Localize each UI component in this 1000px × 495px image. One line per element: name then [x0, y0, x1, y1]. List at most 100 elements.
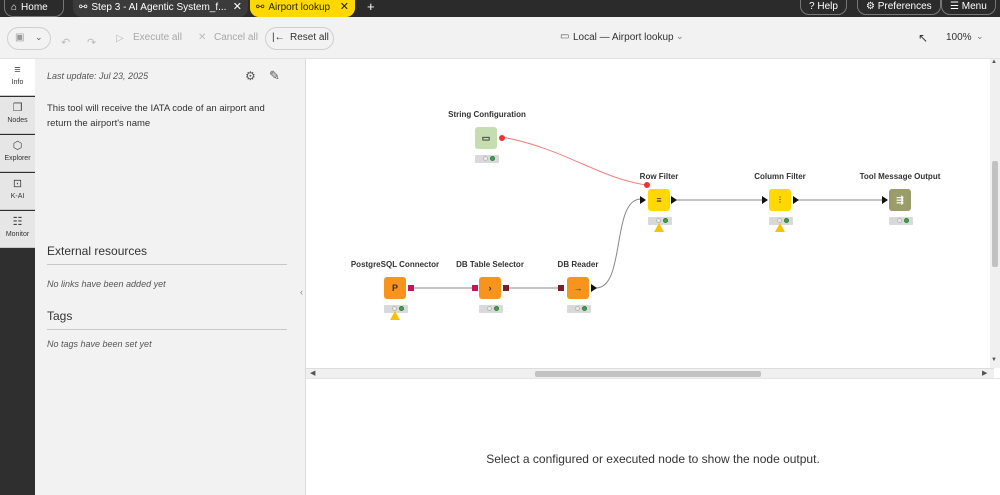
workflow-canvas[interactable]: String Configuration ▭ Row Filter ≡ Colu…: [306, 59, 1000, 368]
cancel-icon: ✕: [198, 32, 206, 43]
close-icon[interactable]: ✕: [233, 0, 242, 15]
pointer-icon[interactable]: ↖: [918, 31, 928, 45]
tab-bar: ⌂Home ⚯ Step 3 - AI Agentic System_f... ✕…: [0, 0, 1000, 17]
tab-airport-lookup[interactable]: ⚯Airport lookup ✕: [250, 0, 355, 17]
rail-item-nodes[interactable]: ❐Nodes: [0, 97, 35, 134]
tab-home[interactable]: ⌂Home: [4, 0, 64, 17]
workflow-icon: ⚯: [79, 0, 87, 15]
vertical-scrollbar[interactable]: ▲ ▼: [990, 59, 1000, 368]
tab-workflow[interactable]: ⚯ Step 3 - AI Agentic System_f... ✕: [73, 0, 248, 17]
breadcrumb[interactable]: Local — Airport lookup: [573, 32, 674, 43]
rail-item-monitor[interactable]: ☷Monitor: [0, 211, 35, 248]
output-placeholder: Select a configured or executed node to …: [306, 452, 1000, 466]
string-configuration-node[interactable]: ▭: [475, 127, 497, 149]
db-reader-node[interactable]: →: [567, 277, 589, 299]
status-led: [575, 306, 580, 311]
rail-item-label: Info: [12, 79, 24, 86]
db-port: [503, 285, 509, 291]
warning-icon: [390, 311, 400, 320]
close-icon[interactable]: ✕: [340, 0, 349, 15]
tags-heading: Tags: [47, 309, 72, 323]
info-icon: ≡: [0, 64, 35, 76]
data-port: [640, 196, 646, 204]
undo-icon[interactable]: ↶: [61, 36, 70, 49]
status-led: [904, 218, 909, 223]
flow-port: [644, 182, 650, 188]
data-port: [671, 196, 677, 204]
preferences-button[interactable]: ⚙ Preferences: [857, 0, 941, 15]
data-port: [591, 284, 597, 292]
tool-output-icon: ⇶: [896, 195, 904, 205]
status-led: [487, 306, 492, 311]
nodes-icon: ❐: [0, 102, 35, 114]
status-led: [582, 306, 587, 311]
help-icon: ?: [809, 1, 815, 12]
rail-item-info[interactable]: ≡ Info: [0, 59, 35, 96]
node-status: [475, 155, 499, 163]
node-output-panel: Select a configured or executed node to …: [306, 378, 1000, 495]
help-button[interactable]: ? Help: [800, 0, 847, 15]
postgresql-icon: P: [392, 283, 398, 293]
gear-icon: ⚙: [866, 1, 875, 12]
menu-button[interactable]: ☰ Menu: [941, 0, 996, 15]
node-title: DB Table Selector: [456, 260, 524, 269]
chevron-down-icon[interactable]: ⌄: [676, 31, 684, 42]
info-panel: Last update: Jul 23, 2025 ⚙ ✎ This tool …: [35, 59, 306, 495]
node-title: Tool Message Output: [860, 172, 941, 181]
external-resources-empty: No links have been added yet: [47, 279, 166, 289]
external-resources-heading: External resources: [47, 244, 147, 258]
workflow-description: This tool will receive the IATA code of …: [47, 101, 282, 131]
collapse-panel-icon[interactable]: ‹: [300, 287, 303, 297]
scroll-down-icon[interactable]: ▼: [991, 357, 997, 363]
scroll-up-icon[interactable]: ▲: [991, 59, 997, 65]
status-led: [494, 306, 499, 311]
preferences-label: Preferences: [878, 1, 932, 12]
add-tab-icon[interactable]: +: [367, 0, 375, 14]
tab-workflow-label: Step 3 - AI Agentic System_f...: [91, 2, 226, 13]
rail-item-kai[interactable]: ⊡K-AI: [0, 173, 35, 210]
column-filter-node[interactable]: ⫶: [769, 189, 791, 211]
chevron-down-icon[interactable]: ⌄: [35, 32, 43, 43]
save-button[interactable]: ▣ ⌄: [7, 27, 51, 50]
reset-icon: |←: [272, 32, 285, 43]
node-status: [889, 217, 913, 225]
menu-label: Menu: [962, 1, 987, 12]
data-port: [793, 196, 799, 204]
data-port: [882, 196, 888, 204]
left-rail: ≡ Info ❐Nodes ⬡ Explorer ⊡K-AI ☷Monitor: [0, 59, 35, 495]
scrollbar-thumb[interactable]: [992, 161, 998, 267]
db-table-selector-node[interactable]: ›: [479, 277, 501, 299]
node-title: Row Filter: [640, 172, 679, 181]
zoom-level[interactable]: 100%: [946, 32, 972, 43]
home-icon: ⌂: [11, 0, 17, 15]
horizontal-scrollbar[interactable]: ◀ ▶: [306, 368, 994, 378]
reset-all-button[interactable]: |← Reset all: [265, 27, 334, 50]
warning-icon: [775, 223, 785, 232]
monitor-icon: ☷: [0, 216, 35, 228]
divider: [47, 264, 287, 265]
gear-icon[interactable]: ⚙: [245, 69, 256, 83]
chevron-down-icon[interactable]: ⌄: [976, 31, 984, 42]
status-led: [490, 156, 495, 161]
tool-message-output-node[interactable]: ⇶: [889, 189, 911, 211]
rail-item-label: Explorer: [4, 155, 30, 162]
node-title: Column Filter: [754, 172, 806, 181]
toolbar: ▣ ⌄ ↶ ↷ ▷ Execute all ✕ Cancel all |← Re…: [0, 17, 1000, 59]
save-icon: ▣: [15, 32, 24, 43]
tags-empty: No tags have been set yet: [47, 339, 152, 349]
db-port: [472, 285, 478, 291]
execute-all-button[interactable]: Execute all: [133, 32, 182, 43]
edit-icon[interactable]: ✎: [269, 68, 280, 84]
rail-item-explorer[interactable]: ⬡ Explorer: [0, 135, 35, 172]
menu-icon: ☰: [950, 1, 959, 12]
row-filter-node[interactable]: ≡: [648, 189, 670, 211]
string-config-icon: ▭: [482, 133, 491, 143]
explorer-icon: ⬡: [0, 140, 35, 152]
rail-item-label: K-AI: [11, 193, 25, 200]
postgresql-connector-node[interactable]: P: [384, 277, 406, 299]
reset-all-label: Reset all: [290, 32, 329, 43]
redo-icon[interactable]: ↷: [87, 36, 96, 49]
node-title: String Configuration: [448, 110, 526, 119]
scrollbar-thumb[interactable]: [535, 371, 761, 377]
cancel-all-button[interactable]: Cancel all: [214, 32, 258, 43]
